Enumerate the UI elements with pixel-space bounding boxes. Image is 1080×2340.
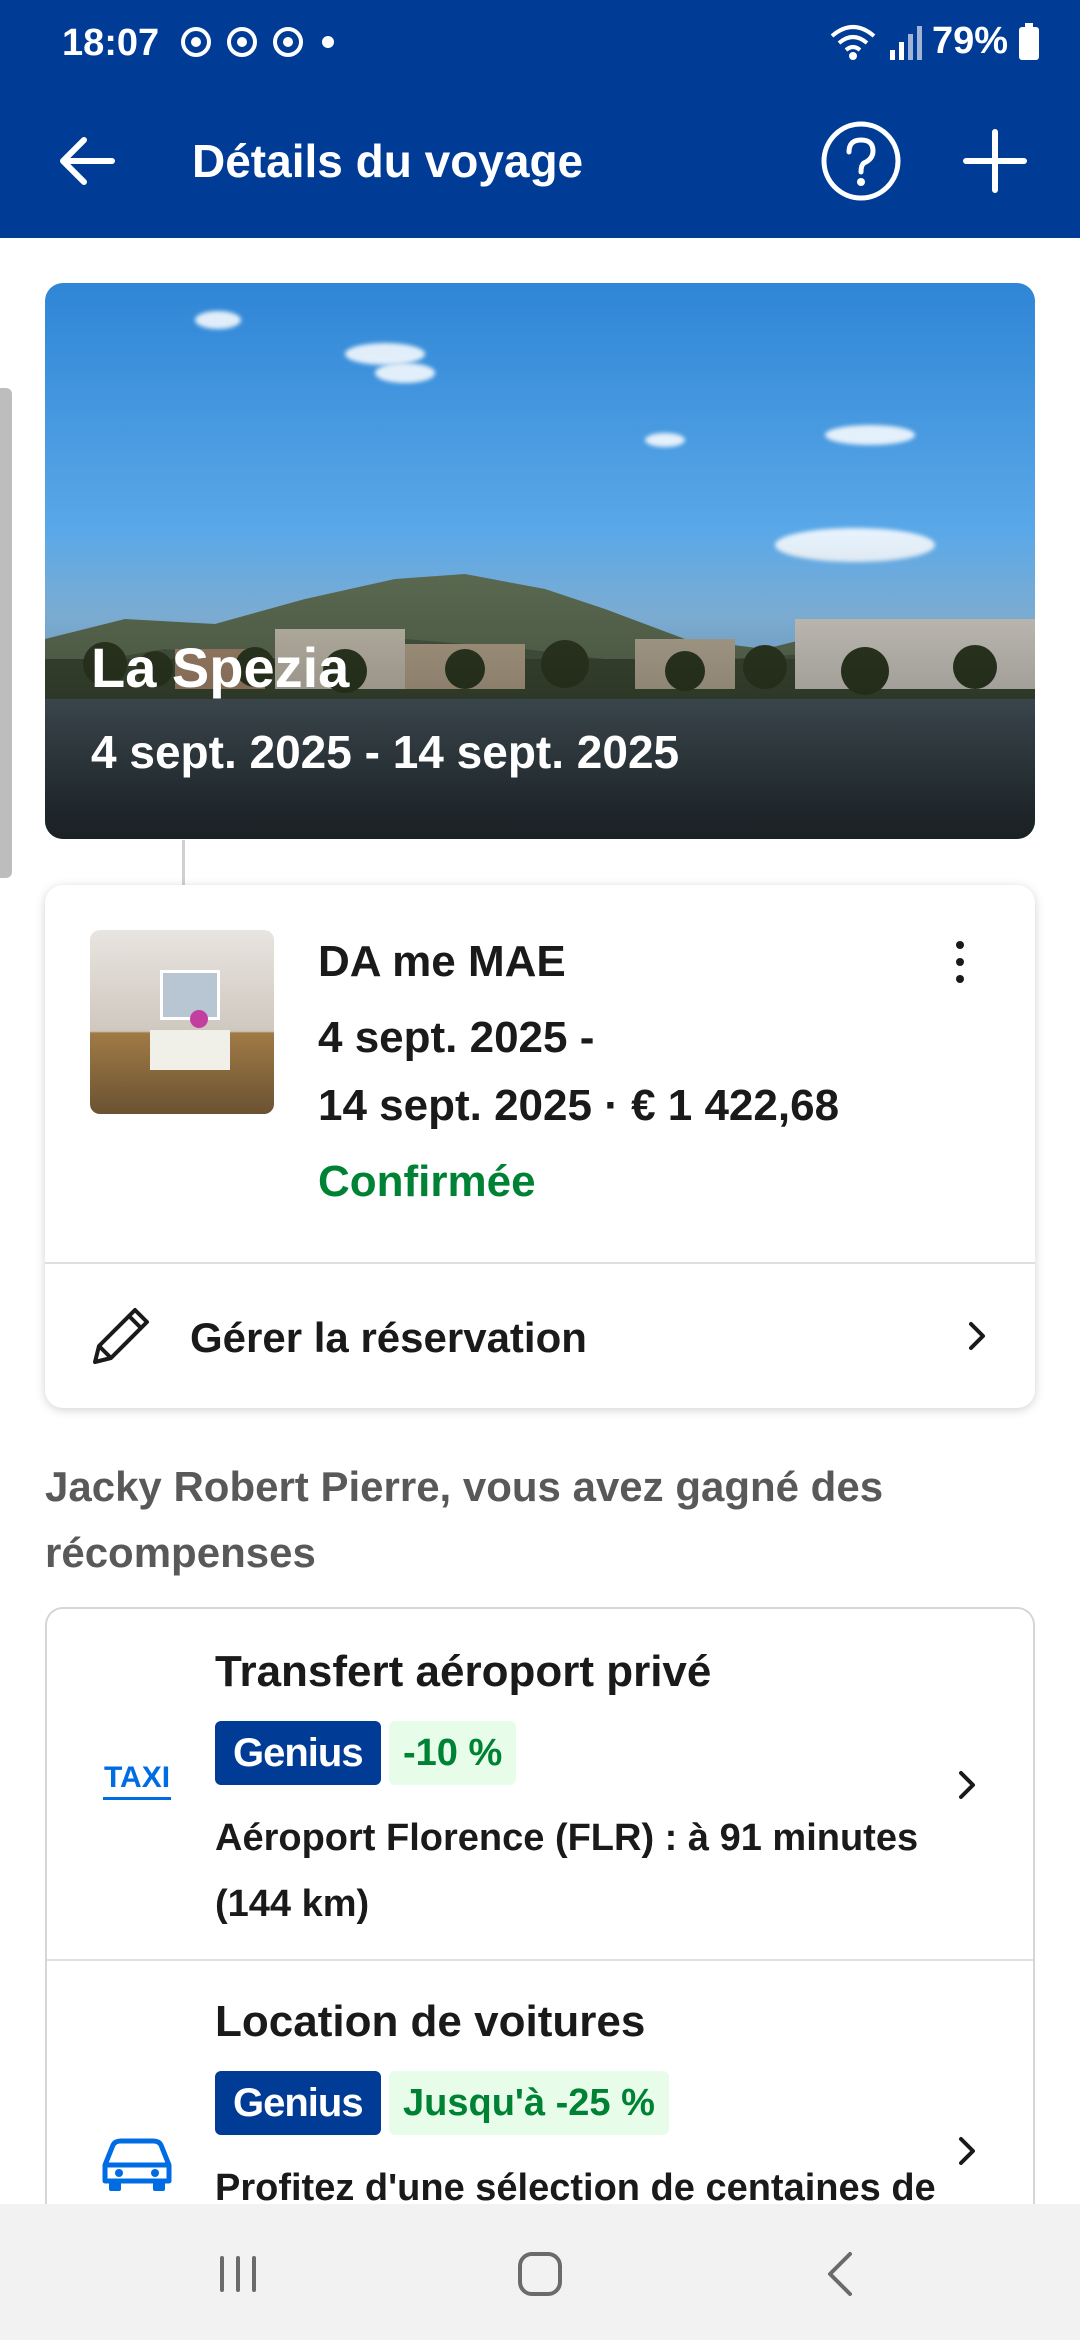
page-title: Détails du voyage [192,135,584,187]
chrome-icon [181,27,211,57]
home-icon[interactable] [510,2244,570,2304]
system-nav-bar [0,2204,1080,2340]
recent-apps-icon[interactable] [208,2244,268,2304]
trip-dates: 4 sept. 2025 - 14 sept. 2025 [91,726,680,778]
notification-icons [180,26,338,58]
timeline-connector [182,840,185,886]
reward-title: Location de voitures [215,1997,646,2046]
booking-dates: 4 sept. 2025 - [318,1013,595,1062]
trip-hero-card[interactable]: La Spezia 4 sept. 2025 - 14 sept. 2025 [45,283,1035,839]
chrome-icon [227,27,257,57]
scrollbar[interactable] [0,388,12,878]
taxi-icon: TAXI [103,1761,171,1800]
thumb-table [150,1030,230,1070]
car-icon [102,2138,172,2191]
booking-status: Confirmée [318,1157,536,1206]
manage-booking-label: Gérer la réservation [190,1314,587,1361]
battery-percent: 79% [931,20,1008,62]
status-time: 18:07 [62,22,160,64]
app-bar: Détails du voyage [0,84,1080,238]
chevron-right-icon [969,1322,985,1350]
booking-dates-price: 14 sept. 2025 · € 1 422,68 [318,1081,840,1130]
reward-description: Aéroport Florence (FLR) : à 91 minutes (… [215,1817,919,1925]
reward-item-car-rental[interactable]: Location de voitures Genius Jusqu'à -25 … [47,1961,1033,2225]
reward-item-airport-transfer[interactable]: TAXI Transfert aéroport privé Genius -10… [47,1609,1033,1961]
genius-badge: Genius [215,1721,381,1785]
rewards-list: TAXI Transfert aéroport privé Genius -10… [45,1607,1035,2227]
booking-card: DA me MAE 4 sept. 2025 - 14 sept. 2025 ·… [45,885,1035,1408]
pencil-icon [93,1308,149,1364]
status-right: 79% [828,20,1040,63]
svg-text:TAXI: TAXI [104,1761,170,1794]
status-bar: 18:07 79% [0,0,1080,84]
discount-badge: Jusqu'à -25 % [389,2071,669,2135]
dot-icon [322,36,334,48]
help-circle-icon[interactable] [820,120,902,202]
reward-title: Transfert aéroport privé [215,1647,712,1696]
chrome-icon [273,27,303,57]
manage-booking-row[interactable]: Gérer la réservation [45,1264,1035,1408]
discount-badge: -10 % [389,1721,517,1785]
property-name[interactable]: DA me MAE [318,937,566,987]
arrow-left-icon[interactable] [52,126,122,196]
chevron-right-icon [959,2137,975,2165]
thumb-window [160,970,220,1020]
trip-city: La Spezia [91,636,350,699]
genius-badge: Genius [215,2071,381,2135]
thumb-flower [190,1010,208,1028]
more-vert-icon[interactable] [945,937,975,987]
property-thumbnail[interactable] [90,930,274,1114]
rewards-heading: Jacky Robert Pierre, vous avez gagné des… [45,1463,884,1576]
signal-icon [889,25,922,60]
wifi-icon [830,24,876,60]
back-nav-icon[interactable] [812,2244,872,2304]
battery-icon [1019,22,1039,60]
plus-icon[interactable] [960,126,1030,196]
chevron-right-icon [959,1771,975,1799]
